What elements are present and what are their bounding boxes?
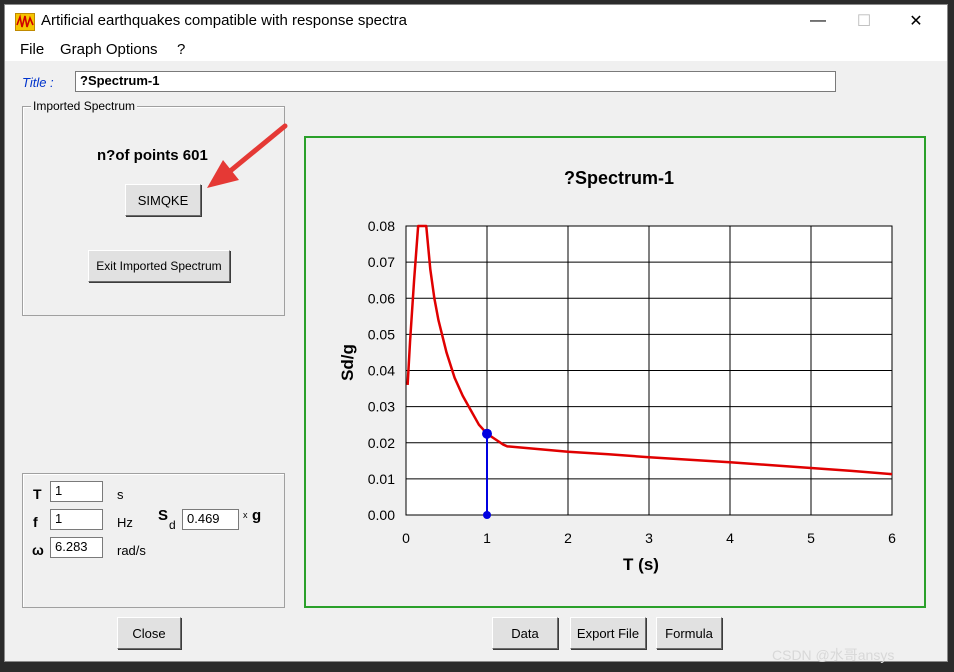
x-tick-label: 0 [402,530,410,546]
sd-unit: g [252,507,262,524]
period-label: T [33,486,42,502]
menu-file[interactable]: File [20,41,44,58]
y-tick-label: 0.08 [368,218,395,234]
period-input[interactable]: 1 [50,481,103,502]
omega-unit: rad/s [117,543,146,558]
x-tick-label: 3 [645,530,653,546]
title-input[interactable]: ?Spectrum-1 [75,71,836,92]
x-tick-label: 2 [564,530,572,546]
menu-bar: File Graph Options ? [5,37,947,61]
points-count: n?of points 601 [97,147,208,164]
annotation-arrow [207,123,288,188]
frequency-label: f [33,514,38,530]
exit-imported-spectrum-button[interactable]: Exit Imported Spectrum [88,250,230,282]
title-label: Title : [22,75,54,90]
sd-subscript: d [169,518,176,532]
y-tick-label: 0.05 [368,326,395,342]
simqke-button[interactable]: SIMQKE [125,184,201,216]
imported-spectrum-label: Imported Spectrum [31,99,138,113]
frequency-unit: Hz [117,515,133,530]
menu-help[interactable]: ? [177,41,185,58]
watermark: CSDN @水哥ansys [772,647,895,663]
close-window-button[interactable]: ✕ [893,5,939,37]
y-tick-label: 0.04 [368,363,395,379]
data-button[interactable]: Data [492,617,558,649]
frequency-input[interactable]: 1 [50,509,103,530]
app-window: Artificial earthquakes compatible with r… [4,4,948,662]
export-file-button[interactable]: Export File [570,617,646,649]
x-tick-label: 1 [483,530,491,546]
maximize-button[interactable]: ☐ [841,5,887,37]
app-icon [15,13,35,31]
minimize-button[interactable]: — [795,5,841,37]
window-title: Artificial earthquakes compatible with r… [41,12,408,29]
omega-label: ω [32,542,44,558]
omega-input[interactable]: 6.283 [50,537,103,558]
sd-unit-multiplier: x [243,510,248,520]
y-axis-label: Sd/g [338,344,357,381]
marker-point [482,428,492,439]
x-tick-label: 4 [726,530,734,546]
x-axis-label: T (s) [623,555,659,574]
spectrum-chart: 0.00 0.01 0.02 0.03 0.04 0.05 0.06 0.07 0.08 0 1 2 3… [338,168,896,574]
formula-button[interactable]: Formula [656,617,722,649]
y-tick-label: 0.01 [368,471,395,487]
y-tick-label: 0.03 [368,399,395,415]
chart-title: ?Spectrum-1 [564,168,674,188]
y-tick-label: 0.06 [368,290,395,306]
sd-input[interactable]: 0.469 [182,509,239,530]
period-unit: s [117,487,124,502]
x-tick-label: 5 [807,530,815,546]
y-tick-label: 0.00 [368,507,395,523]
y-tick-label: 0.02 [368,435,395,451]
sd-label: S [158,507,169,524]
y-tick-label: 0.07 [368,254,395,270]
x-tick-label: 6 [888,530,896,546]
chart-frame: 0.00 0.01 0.02 0.03 0.04 0.05 0.06 0.07 0.08 0 1 2 3… [304,136,926,608]
close-button[interactable]: Close [117,617,181,649]
menu-graph-options[interactable]: Graph Options [60,41,158,58]
marker-base-point [483,511,491,519]
title-bar: Artificial earthquakes compatible with r… [5,5,947,37]
